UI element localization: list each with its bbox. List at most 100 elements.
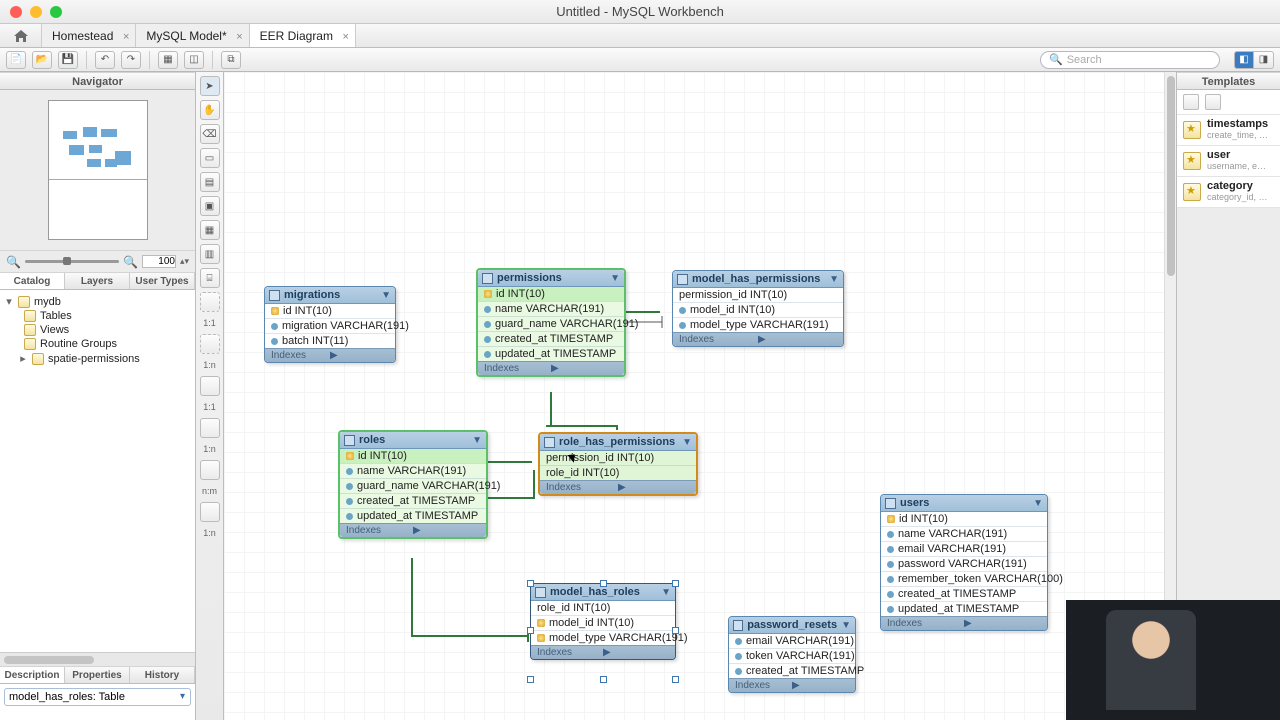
chevron-right-icon[interactable]: ▶ [618,482,690,493]
template-user[interactable]: userusername, e… [1177,146,1280,177]
tab-mysql-model[interactable]: MySQL Model*× [136,24,249,47]
schema-row-spatie[interactable]: ▸spatie-permissions [2,351,193,366]
align-toggle-button[interactable]: ◫ [184,51,204,69]
tab-properties[interactable]: Properties [65,667,130,683]
chevron-down-icon[interactable]: ▼ [1033,498,1043,509]
chevron-down-icon[interactable]: ▼ [610,273,620,284]
chevron-right-icon[interactable]: ▶ [330,350,389,361]
selection-handle[interactable] [527,580,534,587]
chevron-down-icon[interactable]: ▼ [472,435,482,446]
zoom-slider[interactable] [25,260,119,263]
selection-handle[interactable] [672,580,679,587]
chevron-down-icon[interactable]: ▼ [841,620,851,631]
export-button[interactable]: ⧉ [221,51,241,69]
tab-layers[interactable]: Layers [65,273,130,289]
table-tool[interactable]: ▦ [200,220,220,240]
chevron-right-icon[interactable]: ▶ [603,647,669,658]
selection-handle[interactable] [527,676,534,683]
selection-handle[interactable] [672,627,679,634]
table-model-has-permissions[interactable]: model_has_permissions▼ permission_id INT… [672,270,844,347]
schema-row-mydb[interactable]: ▾mydb [2,294,193,309]
open-file-button[interactable]: 📂 [32,51,52,69]
primary-key-icon [887,515,895,523]
zoom-stepper[interactable]: ▴▾ [180,256,189,267]
table-permissions[interactable]: permissions▼ id INT(10) name VARCHAR(191… [476,268,626,377]
tab-description[interactable]: Description [0,667,65,683]
chevron-down-icon[interactable]: ▼ [661,587,671,598]
chevron-right-icon[interactable]: ▶ [551,363,618,374]
home-button[interactable] [0,24,42,47]
zoom-control[interactable]: 🔍 🔍 ▴▾ [0,250,195,272]
routine-group-tool[interactable]: ⌸ [200,268,220,288]
undo-button[interactable]: ↶ [95,51,115,69]
column-icon [735,653,742,660]
erase-tool[interactable]: ⌫ [200,124,220,144]
zoom-value-input[interactable] [142,255,176,268]
table-model-has-roles[interactable]: model_has_roles▼ role_id INT(10) model_i… [530,583,676,660]
primary-key-icon [537,634,545,642]
chevron-down-icon[interactable]: ▼ [381,290,391,301]
table-icon [344,435,355,446]
template-icon [1183,183,1201,201]
tab-history[interactable]: History [130,667,195,683]
right-panel-toggle[interactable]: ◨ [1254,51,1274,69]
tab-eer-diagram[interactable]: EER Diagram× [250,24,356,47]
hand-tool[interactable]: ✋ [200,100,220,120]
zoom-in-icon[interactable]: 🔍 [123,255,138,269]
template-timestamps[interactable]: timestampscreate_time, … [1177,115,1280,146]
column-icon [887,576,894,583]
diagram-canvas[interactable]: migrations▼ id INT(10) migration VARCHAR… [224,72,1164,720]
close-icon[interactable]: × [236,29,242,45]
view-tool[interactable]: ▥ [200,244,220,264]
chevron-right-icon[interactable]: ▶ [413,525,480,536]
close-icon[interactable]: × [343,29,349,45]
tree-item-tables[interactable]: Tables [2,309,193,323]
primary-key-icon [346,452,354,460]
new-file-button[interactable]: 📄 [6,51,26,69]
minimap[interactable] [0,90,195,250]
tree-item-routine-groups[interactable]: Routine Groups [2,337,193,351]
left-panel-toggle[interactable]: ◧ [1234,51,1254,69]
relation-n-m-tool[interactable] [200,460,220,480]
close-icon[interactable]: × [123,29,129,45]
selection-handle[interactable] [672,676,679,683]
chevron-down-icon[interactable]: ▼ [829,274,839,285]
tab-homestead[interactable]: Homestead× [42,24,136,47]
search-input[interactable]: 🔍 Search [1040,51,1220,69]
chevron-right-icon[interactable]: ▶ [758,334,837,345]
table-migrations[interactable]: migrations▼ id INT(10) migration VARCHAR… [264,286,396,363]
selection-handle[interactable] [527,627,534,634]
chevron-right-icon[interactable]: ▶ [792,680,849,691]
schema-tree[interactable]: ▾mydb Tables Views Routine Groups ▸spati… [0,290,195,652]
chevron-down-icon[interactable]: ▼ [682,437,692,448]
relation-1-n-nonid-tool[interactable] [200,334,220,354]
grid-toggle-button[interactable]: ▦ [158,51,178,69]
tree-h-scrollbar[interactable] [0,652,195,666]
relation-1-1-nonid-tool[interactable] [200,292,220,312]
selection-handle[interactable] [600,580,607,587]
layer-tool[interactable]: ▭ [200,148,220,168]
table-password-resets[interactable]: password_resets▼ email VARCHAR(191) toke… [728,616,856,693]
table-users[interactable]: users▼ id INT(10) name VARCHAR(191) emai… [880,494,1048,631]
table-role-has-permissions[interactable]: role_has_permissions▼ permission_id INT(… [538,432,698,496]
note-tool[interactable]: ▤ [200,172,220,192]
object-selector[interactable] [4,688,191,706]
relation-1-n-id-tool[interactable] [200,418,220,438]
tree-item-views[interactable]: Views [2,323,193,337]
selection-handle[interactable] [600,676,607,683]
tab-user-types[interactable]: User Types [130,273,195,289]
redo-button[interactable]: ↷ [121,51,141,69]
template-new-icon[interactable] [1183,94,1199,110]
image-tool[interactable]: ▣ [200,196,220,216]
relation-1-1-id-tool[interactable] [200,376,220,396]
table-roles[interactable]: roles▼ id INT(10) name VARCHAR(191) guar… [338,430,488,539]
navigator-header: Navigator [0,72,195,90]
zoom-out-icon[interactable]: 🔍 [6,255,21,269]
relation-existing-tool[interactable] [200,502,220,522]
chevron-right-icon[interactable]: ▶ [964,618,1041,629]
template-category[interactable]: categorycategory_id, … [1177,177,1280,208]
save-button[interactable]: 💾 [58,51,78,69]
tab-catalog[interactable]: Catalog [0,273,65,289]
template-edit-icon[interactable] [1205,94,1221,110]
pointer-tool[interactable]: ➤ [200,76,220,96]
